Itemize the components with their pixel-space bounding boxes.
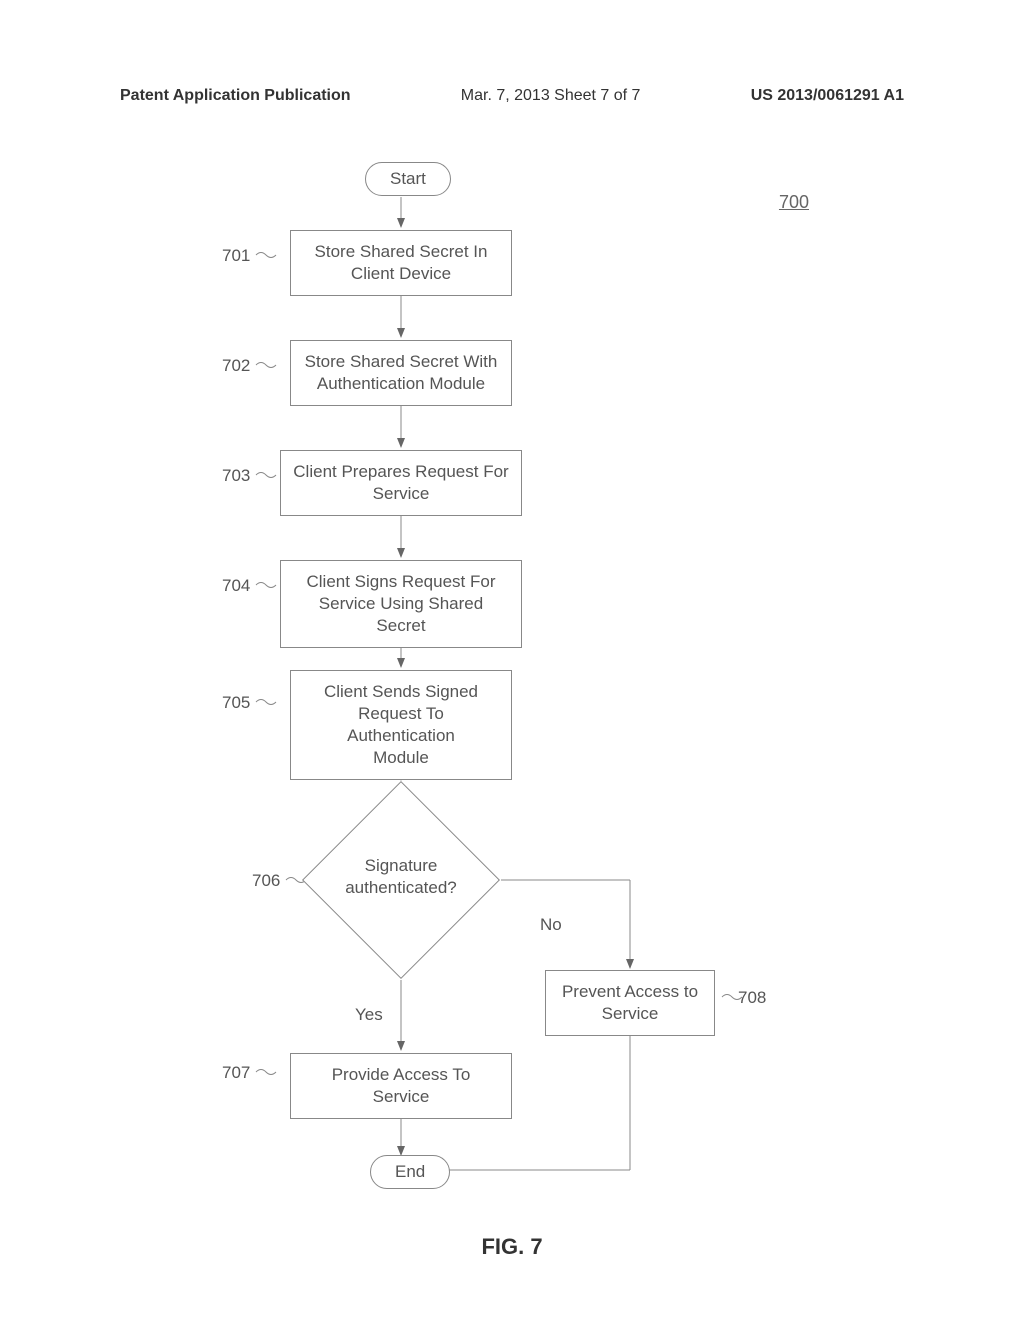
decision-706	[302, 781, 500, 979]
process-702: Store Shared Secret WithAuthentication M…	[290, 340, 512, 406]
flowchart-arrows	[0, 150, 1024, 1250]
header-patent-number: US 2013/0061291 A1	[751, 87, 904, 105]
process-708: Prevent Access toService	[545, 970, 715, 1036]
end-terminal: End	[370, 1155, 450, 1189]
label-701: 701	[222, 246, 250, 266]
label-702: 702	[222, 356, 250, 376]
process-703: Client Prepares Request ForService	[280, 450, 522, 516]
start-terminal: Start	[365, 162, 451, 196]
header-publication: Patent Application Publication	[120, 87, 351, 105]
process-704: Client Signs Request ForService Using Sh…	[280, 560, 522, 648]
process-707: Provide Access To Service	[290, 1053, 512, 1119]
figure-title: FIG. 7	[0, 1234, 1024, 1260]
label-703: 703	[222, 466, 250, 486]
edge-no: No	[540, 915, 562, 935]
page-header: Patent Application Publication Mar. 7, 2…	[0, 87, 1024, 105]
process-705: Client Sends SignedRequest To Authentica…	[290, 670, 512, 780]
edge-yes: Yes	[355, 1005, 383, 1025]
label-707: 707	[222, 1063, 250, 1083]
label-708: 708	[738, 988, 766, 1008]
flowchart-container: Start Store Shared Secret InClient Devic…	[0, 150, 1024, 1250]
header-date-sheet: Mar. 7, 2013 Sheet 7 of 7	[461, 87, 641, 105]
process-701: Store Shared Secret InClient Device	[290, 230, 512, 296]
label-705: 705	[222, 693, 250, 713]
label-706: 706	[252, 871, 280, 891]
label-704: 704	[222, 576, 250, 596]
